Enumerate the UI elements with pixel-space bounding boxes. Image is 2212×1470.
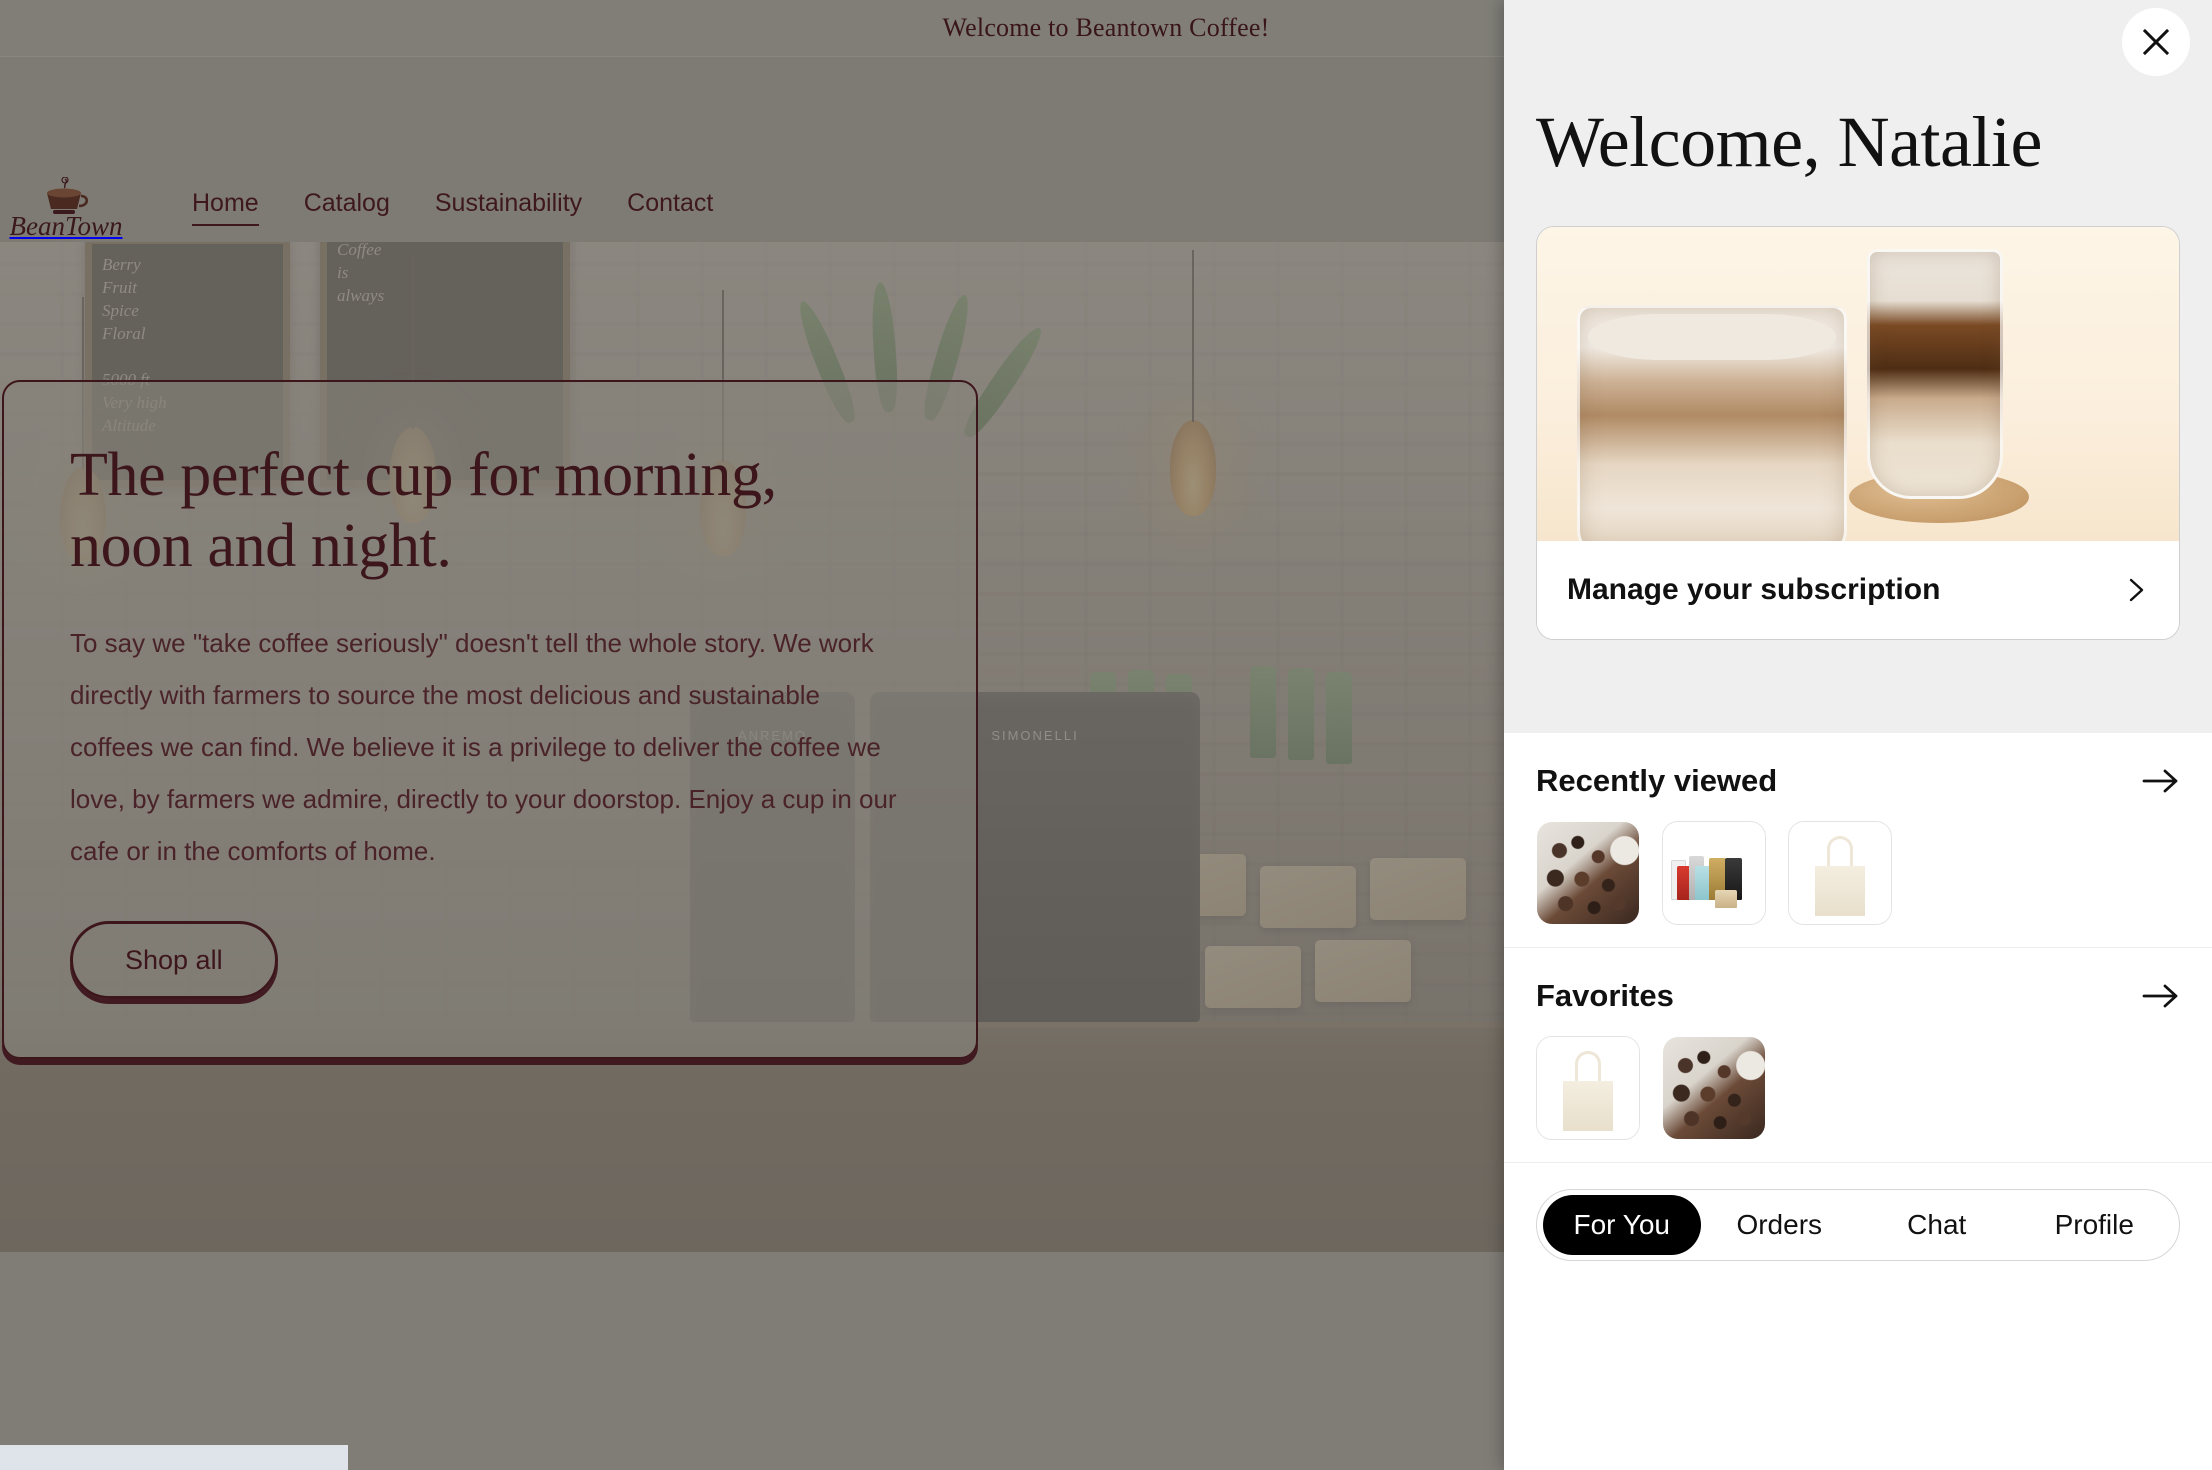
main-navigation: Home Catalog Sustainability Contact: [192, 189, 713, 226]
announcement-text: Welcome to Beantown Coffee!: [942, 13, 1270, 42]
manage-subscription-row[interactable]: Manage your subscription: [1537, 541, 2179, 639]
tab-for-you[interactable]: For You: [1543, 1195, 1701, 1255]
footer-strip: [0, 1445, 348, 1470]
arrow-right-icon[interactable]: [2142, 767, 2180, 795]
iced-latte-drinks-image: [1537, 227, 2179, 541]
nav-link-contact[interactable]: Contact: [627, 189, 713, 224]
recently-viewed-thumbnails: [1536, 821, 2180, 925]
section-recently-viewed: Recently viewed: [1504, 733, 2212, 948]
account-drawer: Welcome, Natalie Manage your subscriptio…: [1504, 0, 2212, 1470]
drawer-content: Recently viewed Favorites For You Orders…: [1504, 733, 2212, 1470]
arrow-right-icon[interactable]: [2142, 982, 2180, 1010]
cacao-nibs-thumbnail[interactable]: [1536, 821, 1640, 925]
subscription-promo-card[interactable]: Manage your subscription: [1536, 226, 2180, 640]
section-header: Favorites: [1536, 978, 2180, 1014]
drawer-header-area: Welcome, Natalie Manage your subscriptio…: [1504, 0, 2212, 733]
drawer-greeting: Welcome, Natalie: [1536, 102, 2042, 182]
tote-bag-thumbnail[interactable]: [1788, 821, 1892, 925]
close-icon[interactable]: [2122, 8, 2190, 76]
nav-link-home[interactable]: Home: [192, 189, 259, 226]
section-favorites: Favorites: [1504, 948, 2212, 1163]
drawer-tabbar: For You Orders Chat Profile: [1536, 1189, 2180, 1261]
section-title-recently-viewed: Recently viewed: [1536, 763, 1778, 798]
nav-link-catalog[interactable]: Catalog: [304, 189, 390, 224]
favorites-thumbnails: [1536, 1036, 2180, 1140]
logo-wordmark: BeanTown: [9, 211, 123, 241]
hero-title: The perfect cup for morning, noon and ni…: [70, 441, 777, 580]
tote-bag-thumbnail[interactable]: [1536, 1036, 1640, 1140]
coffee-bags-thumbnail[interactable]: [1662, 821, 1766, 925]
nav-link-sustainability[interactable]: Sustainability: [435, 189, 582, 224]
manage-subscription-label: Manage your subscription: [1567, 573, 1941, 606]
tab-profile[interactable]: Profile: [2016, 1195, 2174, 1255]
page-root: Welcome to Beantown Coffee! BeanTown COF…: [0, 0, 2212, 1470]
section-header: Recently viewed: [1536, 763, 2180, 799]
hero-body-text: To say we "take coffee seriously" doesn'…: [70, 628, 897, 867]
drawer-tabbar-wrap: For You Orders Chat Profile: [1504, 1163, 2212, 1291]
cacao-nibs-thumbnail[interactable]: [1662, 1036, 1766, 1140]
shop-all-button[interactable]: Shop all: [70, 921, 278, 1000]
tab-chat[interactable]: Chat: [1858, 1195, 2016, 1255]
chevron-right-icon: [2123, 577, 2149, 603]
iced-latte-glass-tall: [1867, 249, 2003, 499]
section-title-favorites: Favorites: [1536, 978, 1674, 1013]
tab-orders[interactable]: Orders: [1701, 1195, 1859, 1255]
hero-text-card: The perfect cup for morning, noon and ni…: [2, 380, 978, 1060]
iced-latte-glass-large: [1577, 305, 1847, 541]
